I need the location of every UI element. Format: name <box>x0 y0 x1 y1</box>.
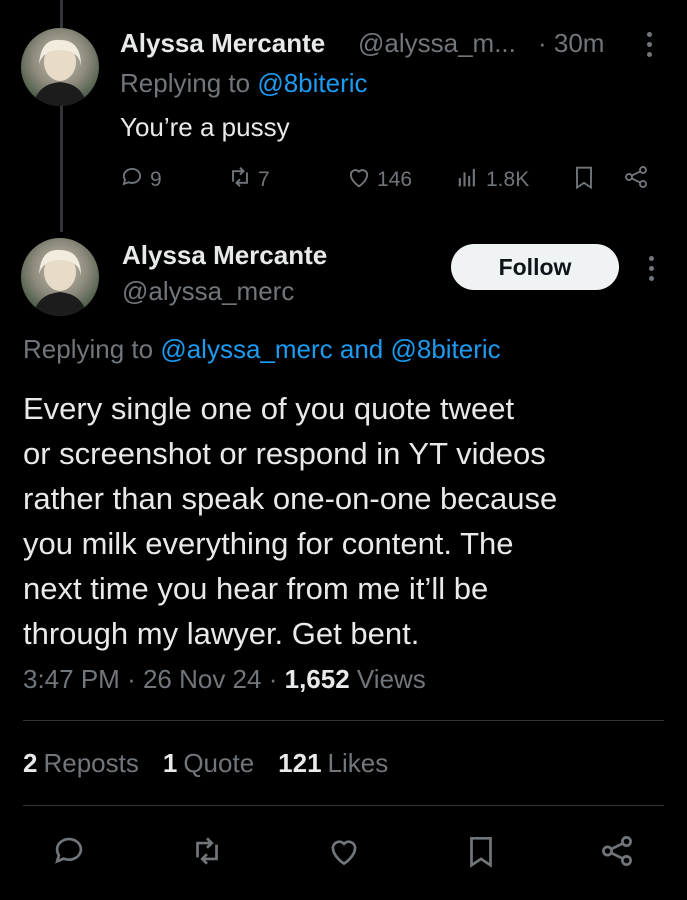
tweet-actions <box>0 832 687 876</box>
tweet-text-line: rather than speak one-on-one because <box>23 481 558 516</box>
share-button[interactable] <box>622 163 650 197</box>
views-icon <box>454 163 482 197</box>
reposts-count: 2 <box>23 748 38 778</box>
avatar[interactable] <box>21 238 99 316</box>
bookmark-icon <box>570 163 598 197</box>
avatar[interactable] <box>21 28 99 106</box>
divider <box>23 805 664 806</box>
replying-to: Replying to @alyssa_merc and @8biteric <box>23 334 501 365</box>
like-icon[interactable] <box>325 832 363 875</box>
quotes-stat[interactable]: 1 Quote <box>163 748 254 779</box>
views-label: Views <box>356 664 426 694</box>
tweet-date[interactable]: 26 Nov 24 <box>143 664 262 694</box>
reply-button[interactable]: 9 <box>118 163 162 197</box>
divider <box>23 720 664 721</box>
reposts-stat[interactable]: 2 Reposts <box>23 748 139 779</box>
quotes-count: 1 <box>162 748 178 778</box>
tweet-text: Every single one of you quote tweet or s… <box>23 386 663 656</box>
separator: · <box>127 664 143 694</box>
reply-count: 9 <box>150 168 162 191</box>
engagement-stats: 2 Reposts 1 Quote 121 Likes <box>23 748 388 779</box>
share-icon[interactable] <box>598 832 636 875</box>
repost-button[interactable]: 7 <box>226 163 270 197</box>
tweet-text-line: Every single one of you quote tweet <box>23 391 515 426</box>
replying-prefix: Replying to <box>120 68 258 98</box>
tweet-time[interactable]: 3:47 PM <box>23 664 120 694</box>
like-icon <box>345 163 373 197</box>
like-count: 146 <box>377 168 413 191</box>
reposts-label: Reposts <box>43 748 139 778</box>
share-icon <box>622 163 650 197</box>
replying-prefix: Replying to <box>23 334 161 364</box>
views-count: 1,652 <box>284 664 350 694</box>
tweet-text-line: next time you hear from me it’ll be <box>23 571 489 606</box>
post-time[interactable]: · 30m <box>538 28 604 59</box>
likes-label: Likes <box>327 748 389 778</box>
bookmark-icon[interactable] <box>462 832 500 875</box>
author-name[interactable]: Alyssa Mercante <box>122 240 327 271</box>
bookmark-button[interactable] <box>570 163 598 197</box>
views-button[interactable]: 1.8K <box>454 163 529 197</box>
tweet-text: You’re a pussy <box>120 112 290 142</box>
likes-count: 121 <box>278 748 322 778</box>
tweet-meta: 3:47 PM · 26 Nov 24 · 1,652 Views <box>23 664 426 695</box>
tweet-text-line: you milk everything for content. The <box>23 526 514 561</box>
author-handle[interactable]: @alyssa_merc <box>122 276 294 307</box>
repost-icon[interactable] <box>188 832 226 875</box>
replying-to-link[interactable]: @alyssa_merc and @8biteric <box>160 334 500 364</box>
quotes-label: Quote <box>183 748 255 778</box>
tweet-text-line: or screenshot or respond in YT videos <box>23 436 546 471</box>
views-count: 1.8K <box>486 168 530 191</box>
reply-icon[interactable] <box>50 832 88 875</box>
like-button[interactable]: 146 <box>345 163 412 197</box>
tweet-actions: 9 7 146 1.8K <box>0 163 687 197</box>
likes-stat[interactable]: 121 Likes <box>278 748 388 779</box>
reply-icon <box>118 163 146 197</box>
author-name[interactable]: Alyssa Mercante <box>120 28 325 59</box>
follow-button[interactable]: Follow <box>451 244 619 290</box>
replying-to: Replying to @8biteric <box>120 68 368 99</box>
repost-icon <box>226 163 254 197</box>
repost-count: 7 <box>258 168 270 191</box>
tweet-text-line: through my lawyer. Get bent. <box>23 616 420 651</box>
separator: · <box>268 664 285 694</box>
author-handle[interactable]: @alyssa_m... <box>358 28 516 59</box>
more-icon[interactable] <box>642 256 660 286</box>
replying-to-link[interactable]: @8biteric <box>257 68 367 98</box>
more-icon[interactable] <box>640 32 658 62</box>
